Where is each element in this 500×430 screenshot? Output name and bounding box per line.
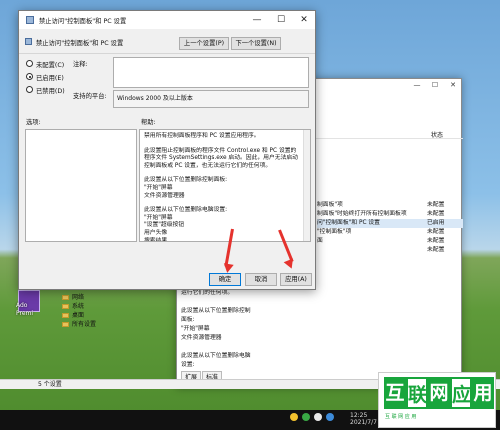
statusbar-count: 5 个设置 bbox=[38, 381, 62, 388]
cancel-button[interactable]: 取消 bbox=[245, 273, 277, 286]
policy-row-name: 制面板"项 bbox=[317, 202, 343, 208]
radio-not-configured[interactable] bbox=[26, 60, 33, 67]
folder-icon bbox=[62, 322, 69, 327]
close-icon[interactable]: ✕ bbox=[292, 11, 316, 29]
radio-not-configured-label[interactable]: 未配置(C) bbox=[36, 60, 64, 69]
policy-row[interactable]: 未配置 bbox=[317, 246, 463, 255]
policy-description: 运行它们的任何项。 此设置从以下位置删除控制 面板: "开始"屏幕 文件资源管理… bbox=[181, 289, 265, 370]
policy-settings-icon bbox=[26, 16, 34, 24]
policy-settings-icon bbox=[25, 38, 32, 45]
tree-item-desktop[interactable]: 桌面 bbox=[62, 311, 84, 320]
watermark-char: 用 bbox=[472, 377, 494, 409]
options-label: 选项: bbox=[26, 119, 41, 126]
radio-enabled[interactable] bbox=[26, 73, 33, 80]
dialog-titlebar[interactable]: 禁止访问"控制面板"和 PC 设置 — ☐ ✕ bbox=[19, 11, 315, 29]
policy-row[interactable]: "控制面板"项 未配置 bbox=[317, 228, 463, 237]
desc-line: "开始"屏幕 bbox=[181, 326, 210, 332]
next-setting-button[interactable]: 下一个设置(N) bbox=[231, 37, 281, 50]
tree-item-network[interactable]: 网络 bbox=[62, 293, 84, 302]
tray-icon-1[interactable] bbox=[290, 413, 298, 421]
tray-icon-3[interactable] bbox=[314, 413, 322, 421]
policy-row-name: 问"控制面板"和 PC 设置 bbox=[317, 220, 380, 226]
annotation-arrowhead-ok bbox=[222, 263, 234, 274]
desc-line: 面板: bbox=[181, 317, 195, 323]
status-column-header[interactable]: 状态 bbox=[431, 130, 443, 139]
desc-spacer bbox=[181, 343, 265, 352]
watermark-char: 应 bbox=[450, 377, 472, 409]
folder-icon bbox=[62, 304, 69, 309]
help-paragraph: 禁用所有控制面板程序和 PC 设置应用程序。 bbox=[144, 133, 260, 139]
comment-field[interactable] bbox=[113, 57, 309, 88]
watermark-subtitle: 互 联 网 应 用 bbox=[385, 414, 417, 420]
policy-row-name: 制面板"时始终打开所有控制面板项 bbox=[317, 211, 407, 217]
desktop-label-line1: Ado bbox=[16, 302, 28, 309]
editor-close-button[interactable]: ✕ bbox=[445, 80, 461, 91]
supported-platforms-value: Windows 2000 及以上版本 bbox=[117, 95, 193, 102]
policy-row-status: 未配置 bbox=[427, 211, 445, 217]
folder-icon bbox=[62, 295, 69, 300]
help-pane: 禁用所有控制面板程序和 PC 设置应用程序。 此设置阻止控制面板的程序文件 Co… bbox=[139, 129, 311, 242]
tree-item-label: 所有设置 bbox=[72, 321, 97, 328]
desktop-app-label: Ado Premi bbox=[16, 302, 44, 318]
policy-row[interactable]: 制面板"项 未配置 bbox=[317, 201, 463, 210]
apply-button[interactable]: 应用(A) bbox=[280, 273, 312, 286]
watermark-char: 联 bbox=[406, 377, 428, 409]
policy-row-selected[interactable]: 问"控制面板"和 PC 设置 已启用 bbox=[317, 219, 463, 228]
policy-setting-dialog: 禁止访问"控制面板"和 PC 设置 — ☐ ✕ 禁止访问"控制面板"和 PC 设… bbox=[18, 10, 316, 290]
tree-item-label: 桌面 bbox=[72, 312, 85, 319]
dialog-title: 禁止访问"控制面板"和 PC 设置 bbox=[39, 18, 127, 25]
ok-button[interactable]: 确定 bbox=[209, 273, 241, 286]
desc-line: 文件资源管理器 bbox=[181, 335, 222, 341]
clock-date: 2021/7/7 bbox=[350, 419, 377, 426]
tray-icon-4[interactable] bbox=[326, 413, 334, 421]
policy-row[interactable]: 面 未配置 bbox=[317, 237, 463, 246]
help-paragraph: 此设置从以下位置删除电脑设置: "开始"屏幕 "设置"超级按钮 用户头像 搜索结… bbox=[144, 207, 228, 242]
policy-row-status: 未配置 bbox=[427, 229, 445, 235]
help-text: 禁用所有控制面板程序和 PC 设置应用程序。 此设置阻止控制面板的程序文件 Co… bbox=[144, 133, 298, 242]
options-pane bbox=[25, 129, 137, 242]
desc-line: 此设置从以下位置删除控制 bbox=[181, 308, 251, 314]
policy-row-status: 未配置 bbox=[427, 238, 445, 244]
policy-row-name: "控制面板"项 bbox=[317, 229, 352, 235]
policy-row[interactable]: 制面板"时始终打开所有控制面板项 未配置 bbox=[317, 210, 463, 219]
clock-time: 12:25 bbox=[350, 412, 368, 419]
tree-item-label: 网络 bbox=[72, 294, 85, 301]
policy-row-status: 未配置 bbox=[427, 247, 445, 253]
policy-row-status: 已启用 bbox=[427, 220, 445, 226]
tree-item-label: 系统 bbox=[72, 303, 85, 310]
comment-label: 注释: bbox=[73, 61, 88, 68]
tree-item-all-settings[interactable]: 所有设置 bbox=[62, 320, 96, 329]
watermark-char: 互 bbox=[384, 377, 406, 409]
supported-platforms-field: Windows 2000 及以上版本 bbox=[113, 90, 309, 108]
policy-row-status: 未配置 bbox=[427, 202, 445, 208]
radio-disabled[interactable] bbox=[26, 86, 33, 93]
desc-spacer bbox=[181, 298, 265, 307]
watermark-logo: 互 联 网 应 用 互 联 网 应 用 bbox=[378, 372, 496, 428]
maximize-icon[interactable]: ☐ bbox=[269, 11, 293, 29]
editor-minimize-button[interactable]: — bbox=[409, 80, 425, 91]
policy-name: 禁止访问"控制面板"和 PC 设置 bbox=[36, 40, 124, 47]
desc-line: 运行它们的任何项。 bbox=[181, 290, 234, 296]
desc-line: 设置: bbox=[181, 362, 195, 368]
separator bbox=[19, 53, 315, 54]
help-paragraph: 此设置从以下位置删除控制面板: "开始"屏幕 文件资源管理器 bbox=[144, 177, 228, 199]
radio-enabled-label[interactable]: 已启用(E) bbox=[36, 73, 64, 82]
folder-icon bbox=[62, 313, 69, 318]
help-label: 帮助: bbox=[141, 119, 156, 126]
previous-setting-button[interactable]: 上一个设置(P) bbox=[179, 37, 229, 50]
minimize-icon[interactable]: — bbox=[245, 11, 269, 29]
taskbar-clock[interactable]: 12:25 2021/7/7 bbox=[350, 412, 377, 426]
policy-row-name: 面 bbox=[317, 238, 323, 244]
watermark-char: 网 bbox=[428, 377, 450, 409]
radio-disabled-label[interactable]: 已禁用(D) bbox=[36, 86, 65, 95]
editor-maximize-button[interactable]: ☐ bbox=[427, 80, 443, 91]
desktop-label-line2: Premi bbox=[16, 310, 34, 317]
help-paragraph: 此设置阻止控制面板的程序文件 Control.exe 和 PC 设置的程序文件 … bbox=[144, 147, 298, 169]
desc-line: 此设置从以下位置删除电脑 bbox=[181, 353, 251, 359]
supported-platforms-label: 支持的平台: bbox=[73, 93, 107, 100]
help-scrollbar[interactable] bbox=[303, 130, 310, 241]
tree-item-system[interactable]: 系统 bbox=[62, 302, 84, 311]
tray-icon-2[interactable] bbox=[302, 413, 310, 421]
